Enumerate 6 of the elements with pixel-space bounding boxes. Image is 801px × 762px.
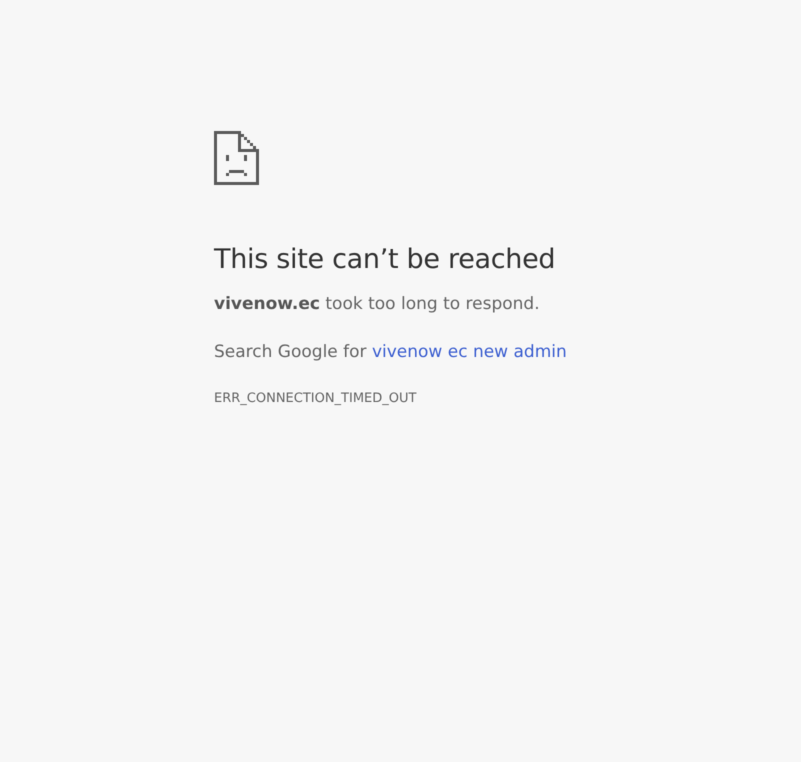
error-code: ERR_CONNECTION_TIMED_OUT: [214, 391, 416, 406]
search-link[interactable]: vivenow ec new admin: [372, 342, 567, 362]
sad-document-icon: [214, 131, 259, 185]
search-suggestion: Search Google for vivenow ec new admin: [214, 341, 567, 363]
error-message: vivenow.ec took too long to respond.: [214, 293, 540, 315]
error-heading: This site can’t be reached: [214, 243, 556, 277]
